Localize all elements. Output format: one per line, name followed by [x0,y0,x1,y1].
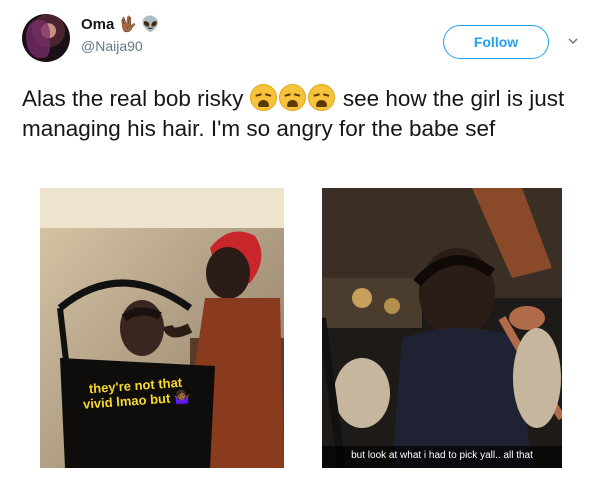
media-photo-right[interactable]: but look at what i had to pick yall.. al… [322,188,562,468]
weary-face-emoji [278,84,306,111]
tweet-text-part-1: Alas the real bob risky [22,86,250,111]
hair-braiding-photo-right [322,188,562,468]
photo-caption-right: but look at what i had to pick yall.. al… [322,446,562,468]
chevron-down-icon[interactable] [568,36,578,46]
alien-emoji: 👽 [141,15,160,33]
media-photo-left[interactable]: they're not that vivid lmao but 🤷🏾‍♀️ [40,188,284,468]
vulcan-salute-emoji: 🖖🏾 [118,15,138,33]
user-handle[interactable]: @Naija90 [81,38,143,54]
follow-button[interactable]: Follow [443,25,549,59]
tweet-text: Alas the real bob risky see how the girl… [22,84,582,144]
display-name[interactable]: Oma [81,16,114,33]
weary-face-emoji [249,84,277,111]
weary-face-emoji [307,84,335,111]
tweet-header: Oma 🖖🏾 👽 @Naija90 Follow [22,14,582,64]
avatar[interactable] [22,14,70,62]
hair-braiding-photo-left [40,188,284,468]
name-row[interactable]: Oma 🖖🏾 👽 [81,16,160,33]
